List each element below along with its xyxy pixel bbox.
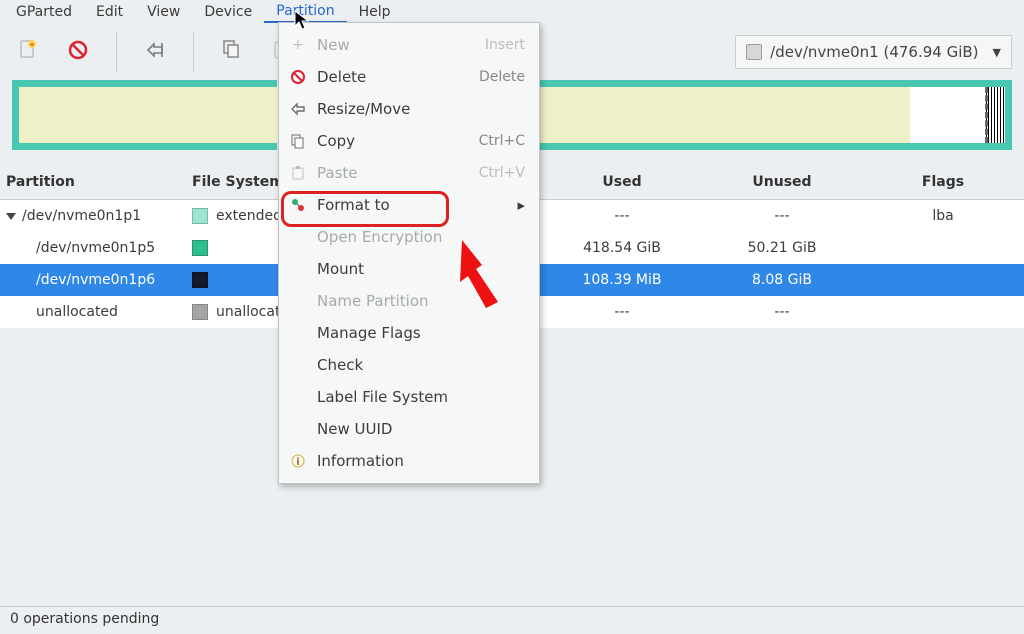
menu-edit[interactable]: Edit bbox=[84, 2, 135, 22]
cell-used: 418.54 GiB bbox=[542, 240, 702, 256]
cell-flags: lba bbox=[862, 208, 1024, 224]
menu-item-delete[interactable]: Delete Delete bbox=[279, 61, 539, 93]
col-partition[interactable]: Partition bbox=[0, 174, 192, 190]
resize-icon bbox=[289, 100, 307, 118]
menu-item-check[interactable]: Check bbox=[279, 349, 539, 381]
menu-item-shortcut: Insert bbox=[485, 37, 525, 53]
device-selector[interactable]: /dev/nvme0n1 (476.94 GiB) ▼ bbox=[735, 35, 1012, 69]
fs-swatch-icon bbox=[192, 272, 208, 288]
menu-item-label: Delete bbox=[317, 68, 366, 86]
menu-item-label: New bbox=[317, 36, 350, 54]
chevron-down-icon: ▼ bbox=[993, 46, 1001, 59]
menu-item-label: Paste bbox=[317, 164, 358, 182]
partition-name: /dev/nvme0n1p6 bbox=[36, 272, 155, 288]
toolbar-separator bbox=[193, 32, 194, 72]
col-flags[interactable]: Flags bbox=[862, 174, 1024, 190]
resize-icon bbox=[144, 39, 166, 65]
cell-unused: 50.21 GiB bbox=[702, 240, 862, 256]
partition-name: /dev/nvme0n1p1 bbox=[22, 208, 141, 224]
menu-item-label: Resize/Move bbox=[317, 100, 410, 118]
red-arrow-annotation bbox=[452, 230, 532, 324]
cell-unused: --- bbox=[702, 208, 862, 224]
info-icon: i bbox=[289, 452, 307, 470]
delete-icon bbox=[289, 68, 307, 86]
fs-swatch-icon bbox=[192, 304, 208, 320]
menu-item-label-file-system[interactable]: Label File System bbox=[279, 381, 539, 413]
menu-item-label: Information bbox=[317, 452, 404, 470]
new-partition-button[interactable]: ✦ bbox=[12, 36, 44, 68]
menu-item-shortcut: Delete bbox=[479, 69, 525, 85]
blank-icon bbox=[289, 324, 307, 342]
menu-item-label: Format to bbox=[317, 196, 390, 214]
submenu-arrow-icon: ▸ bbox=[517, 196, 525, 214]
cell-used: --- bbox=[542, 304, 702, 320]
col-used[interactable]: Used bbox=[542, 174, 702, 190]
menu-item-new-uuid[interactable]: New UUID bbox=[279, 413, 539, 445]
device-label: /dev/nvme0n1 (476.94 GiB) bbox=[770, 43, 978, 61]
menu-item-resize-move[interactable]: Resize/Move bbox=[279, 93, 539, 125]
menubar[interactable]: GParted Edit View Device Partition Help bbox=[0, 0, 1024, 24]
blank-icon bbox=[289, 260, 307, 278]
menu-item-label: Check bbox=[317, 356, 363, 374]
blank-icon bbox=[289, 356, 307, 374]
menu-item-new: + New Insert bbox=[279, 29, 539, 61]
menu-item-label: Manage Flags bbox=[317, 324, 421, 342]
menu-item-information[interactable]: i Information bbox=[279, 445, 539, 477]
format-icon bbox=[289, 196, 307, 214]
status-bar: 0 operations pending bbox=[0, 606, 1024, 634]
menu-view[interactable]: View bbox=[135, 2, 192, 22]
menu-item-shortcut: Ctrl+C bbox=[479, 133, 525, 149]
fs-label: extended bbox=[216, 208, 282, 224]
menu-item-shortcut: Ctrl+V bbox=[479, 165, 525, 181]
menu-item-paste: Paste Ctrl+V bbox=[279, 157, 539, 189]
blank-icon bbox=[289, 228, 307, 246]
copy-icon bbox=[289, 132, 307, 150]
menu-item-label: Copy bbox=[317, 132, 355, 150]
svg-text:+: + bbox=[292, 37, 304, 53]
menu-gparted[interactable]: GParted bbox=[4, 2, 84, 22]
svg-text:✦: ✦ bbox=[29, 41, 35, 49]
fs-swatch-icon bbox=[192, 240, 208, 256]
cell-unused: --- bbox=[702, 304, 862, 320]
menu-item-label: Label File System bbox=[317, 388, 448, 406]
blank-icon bbox=[289, 388, 307, 406]
partition-name: /dev/nvme0n1p5 bbox=[36, 240, 155, 256]
document-new-icon: ✦ bbox=[18, 39, 38, 65]
menu-item-copy[interactable]: Copy Ctrl+C bbox=[279, 125, 539, 157]
pending-operations: 0 operations pending bbox=[10, 611, 159, 627]
mouse-cursor bbox=[294, 10, 312, 36]
toolbar-separator bbox=[116, 32, 117, 72]
blank-icon bbox=[289, 420, 307, 438]
delete-icon bbox=[67, 39, 89, 65]
menu-item-label: Mount bbox=[317, 260, 364, 278]
copy-icon bbox=[222, 39, 242, 65]
delete-partition-button[interactable] bbox=[62, 36, 94, 68]
cell-used: --- bbox=[542, 208, 702, 224]
col-unused[interactable]: Unused bbox=[702, 174, 862, 190]
resize-move-button[interactable] bbox=[139, 36, 171, 68]
menu-item-label: New UUID bbox=[317, 420, 392, 438]
partition-name: unallocated bbox=[36, 304, 118, 320]
copy-button[interactable] bbox=[216, 36, 248, 68]
menu-item-format-to[interactable]: Format to ▸ bbox=[279, 189, 539, 221]
menu-item-label: Open Encryption bbox=[317, 228, 442, 246]
paste-icon bbox=[289, 164, 307, 182]
menu-item-label: Name Partition bbox=[317, 292, 429, 310]
plus-icon: + bbox=[289, 36, 307, 54]
cell-used: 108.39 MiB bbox=[542, 272, 702, 288]
menu-help[interactable]: Help bbox=[347, 2, 403, 22]
cell-unused: 8.08 GiB bbox=[702, 272, 862, 288]
disk-icon bbox=[746, 44, 762, 60]
blank-icon bbox=[289, 292, 307, 310]
menu-device[interactable]: Device bbox=[192, 2, 264, 22]
svg-text:i: i bbox=[296, 457, 299, 468]
fs-swatch-icon bbox=[192, 208, 208, 224]
